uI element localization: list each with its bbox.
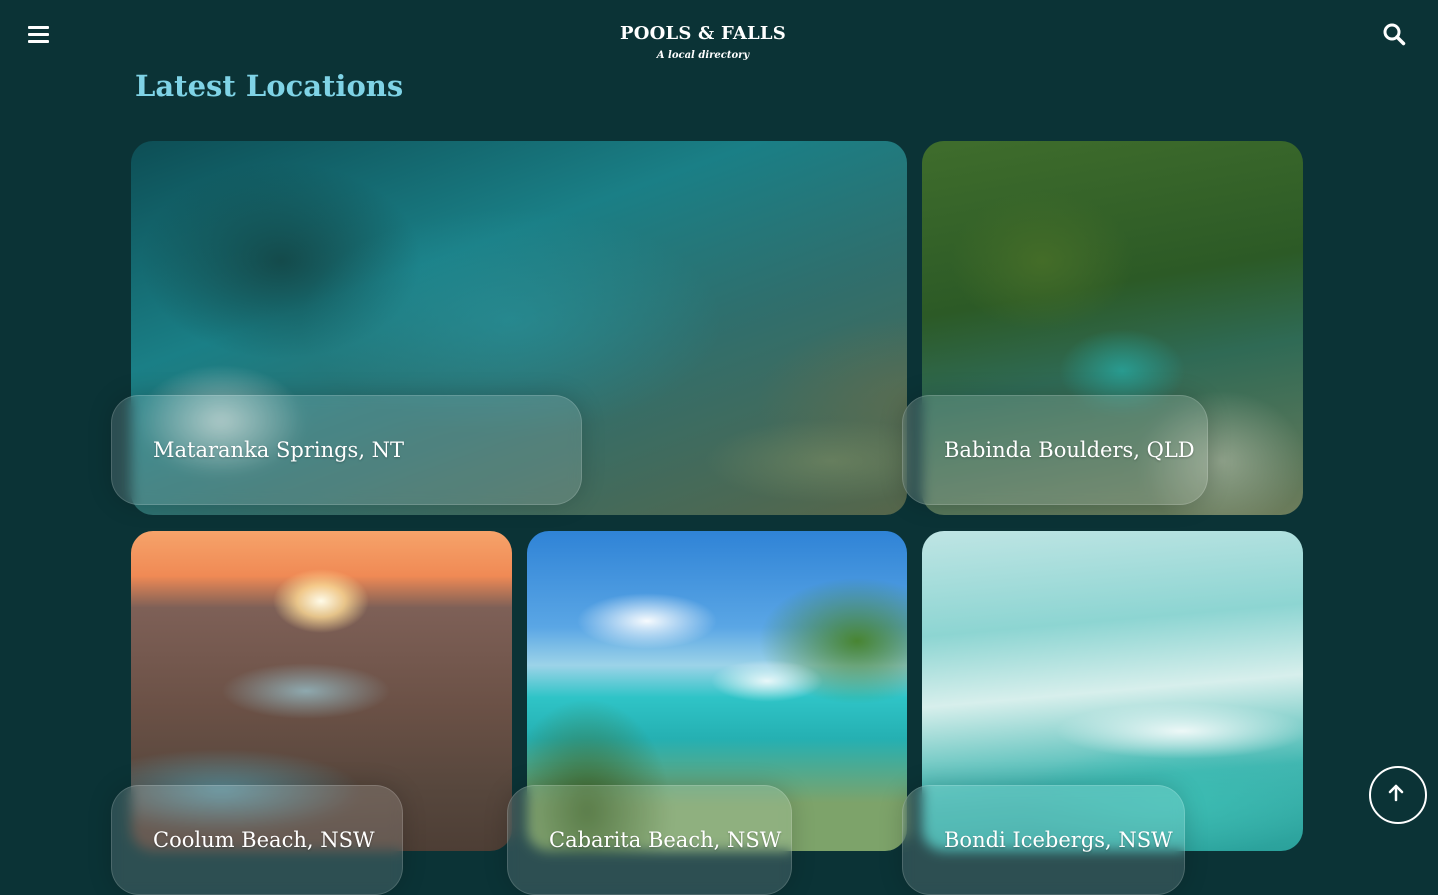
site-logo[interactable]: POOLS & FALLS A local directory bbox=[603, 22, 803, 61]
logo-subtitle: A local directory bbox=[656, 50, 750, 61]
menu-button[interactable] bbox=[28, 24, 50, 44]
location-name: Coolum Beach, NSW bbox=[153, 828, 375, 852]
location-label[interactable]: Bondi Icebergs, NSW bbox=[902, 785, 1185, 895]
scroll-to-top-button[interactable] bbox=[1369, 766, 1427, 824]
search-icon bbox=[1383, 23, 1406, 46]
page-title: Latest Locations bbox=[135, 69, 404, 103]
location-label[interactable]: Cabarita Beach, NSW bbox=[507, 785, 792, 895]
location-label[interactable]: Babinda Boulders, QLD bbox=[902, 395, 1208, 505]
location-name: Babinda Boulders, QLD bbox=[944, 438, 1195, 462]
hamburger-menu-icon bbox=[28, 26, 49, 29]
search-button[interactable] bbox=[1382, 22, 1406, 46]
arrow-up-icon bbox=[1388, 784, 1404, 802]
location-label[interactable]: Mataranka Springs, NT bbox=[111, 395, 582, 505]
location-label[interactable]: Coolum Beach, NSW bbox=[111, 785, 403, 895]
location-name: Cabarita Beach, NSW bbox=[549, 828, 782, 852]
logo-title: POOLS & FALLS bbox=[620, 23, 786, 44]
location-name: Bondi Icebergs, NSW bbox=[944, 828, 1173, 852]
location-name: Mataranka Springs, NT bbox=[153, 438, 405, 462]
